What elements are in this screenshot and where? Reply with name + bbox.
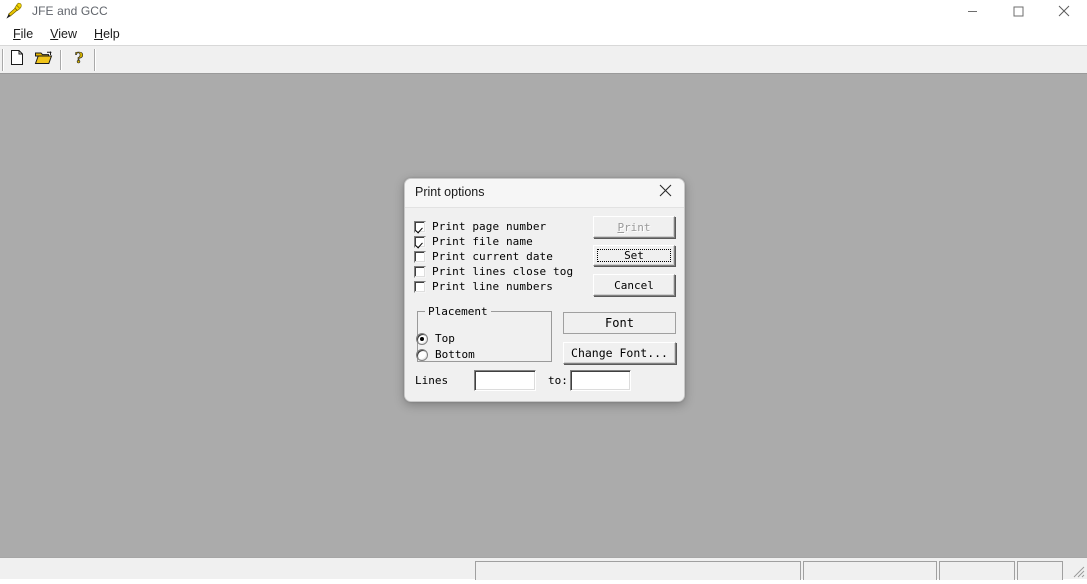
font-display-label: Font: [605, 316, 634, 330]
print-options-dialog: Print options Print page number Print fi…: [404, 178, 685, 402]
checkbox-box: [414, 280, 426, 293]
toolbar: ?: [0, 45, 1087, 74]
minimize-icon[interactable]: [949, 0, 995, 22]
radio-label: Top: [435, 332, 455, 345]
cancel-button[interactable]: Cancel: [593, 274, 675, 296]
set-button-label: Set: [624, 249, 644, 262]
font-display: Font: [563, 312, 676, 334]
checkbox-box: [414, 250, 426, 263]
placement-legend: Placement: [425, 305, 491, 318]
menu-item-help[interactable]: Help: [86, 25, 129, 43]
close-icon[interactable]: [1041, 0, 1087, 22]
radio-button: [416, 348, 428, 361]
dialog-body: Print page number Print file name Print …: [405, 208, 684, 401]
statusbar-panel-1: [475, 561, 801, 580]
menubar: File View Help: [0, 22, 1087, 45]
change-font-button-label: Change Font...: [571, 346, 668, 360]
help-button[interactable]: ?: [67, 48, 91, 71]
resize-grip[interactable]: [1072, 565, 1086, 579]
cancel-button-label: Cancel: [614, 278, 654, 292]
radio-button: [416, 332, 428, 345]
checkbox-label: Print page number: [432, 220, 547, 233]
checkbox-box: [414, 220, 426, 233]
menu-label-rest: ile: [20, 26, 34, 41]
checkbox-print-current-date[interactable]: Print current date: [414, 249, 553, 264]
window-titlebar: JFE and GCC: [0, 0, 1087, 22]
dialog-title: Print options: [415, 185, 485, 199]
menu-label-rest: iew: [58, 26, 78, 41]
new-file-button[interactable]: [5, 48, 29, 71]
radio-placement-top[interactable]: Top: [416, 331, 455, 346]
statusbar-panel-4: [1017, 561, 1063, 580]
help-icon: ?: [72, 48, 86, 71]
checkbox-print-lines-close-together[interactable]: Print lines close tog: [414, 264, 573, 279]
radio-placement-bottom[interactable]: Bottom: [416, 347, 475, 362]
checkbox-print-file-name[interactable]: Print file name: [414, 234, 533, 249]
window-title: JFE and GCC: [32, 4, 108, 18]
radio-label: Bottom: [435, 348, 475, 361]
open-file-icon: [34, 49, 53, 71]
toolbar-divider: [2, 48, 3, 71]
new-file-icon: [9, 49, 25, 71]
menu-mnemonic: H: [94, 26, 104, 41]
statusbar-panel-2: [803, 561, 937, 580]
menu-item-file[interactable]: File: [5, 25, 42, 43]
statusbar-panel-3: [939, 561, 1015, 580]
close-icon: [659, 184, 672, 202]
checkbox-label: Print lines close tog: [432, 265, 574, 278]
menu-mnemonic: F: [13, 26, 21, 41]
menu-item-view[interactable]: View: [42, 25, 86, 43]
lines-to-input[interactable]: [570, 370, 631, 391]
statusbar: [0, 557, 1087, 580]
set-button[interactable]: Set: [593, 245, 675, 266]
lines-label: Lines: [415, 374, 467, 390]
dialog-close-button[interactable]: [646, 179, 684, 207]
print-button-label: Print: [617, 221, 650, 234]
checkbox-box: [414, 265, 426, 278]
checkbox-print-page-number[interactable]: Print page number: [414, 219, 546, 234]
checkbox-box: [414, 235, 426, 248]
change-font-button[interactable]: Change Font...: [563, 342, 676, 364]
svg-text:?: ?: [75, 49, 84, 66]
checkbox-label: Print line numbers: [432, 280, 554, 293]
maximize-icon[interactable]: [995, 0, 1041, 22]
checkbox-label: Print file name: [432, 235, 533, 248]
quill-pen-icon: [3, 0, 25, 22]
toolbar-divider-end: [94, 48, 95, 71]
checkbox-print-line-numbers[interactable]: Print line numbers: [414, 279, 553, 294]
print-button[interactable]: Print: [593, 216, 675, 238]
lines-from-input[interactable]: [474, 370, 536, 391]
lines-to-label: to:: [548, 374, 568, 387]
lines-label-text: Lines: [415, 374, 449, 387]
toolbar-separator: [60, 49, 61, 70]
application-window: JFE and GCC File View Help ? Print optio…: [0, 0, 1087, 580]
menu-label-rest: elp: [103, 26, 120, 41]
window-controls: [949, 0, 1087, 22]
checkbox-label: Print current date: [432, 250, 554, 263]
dialog-titlebar: Print options: [405, 179, 684, 208]
open-file-button[interactable]: [31, 48, 55, 71]
print-button-label-rest: rint: [624, 220, 651, 234]
